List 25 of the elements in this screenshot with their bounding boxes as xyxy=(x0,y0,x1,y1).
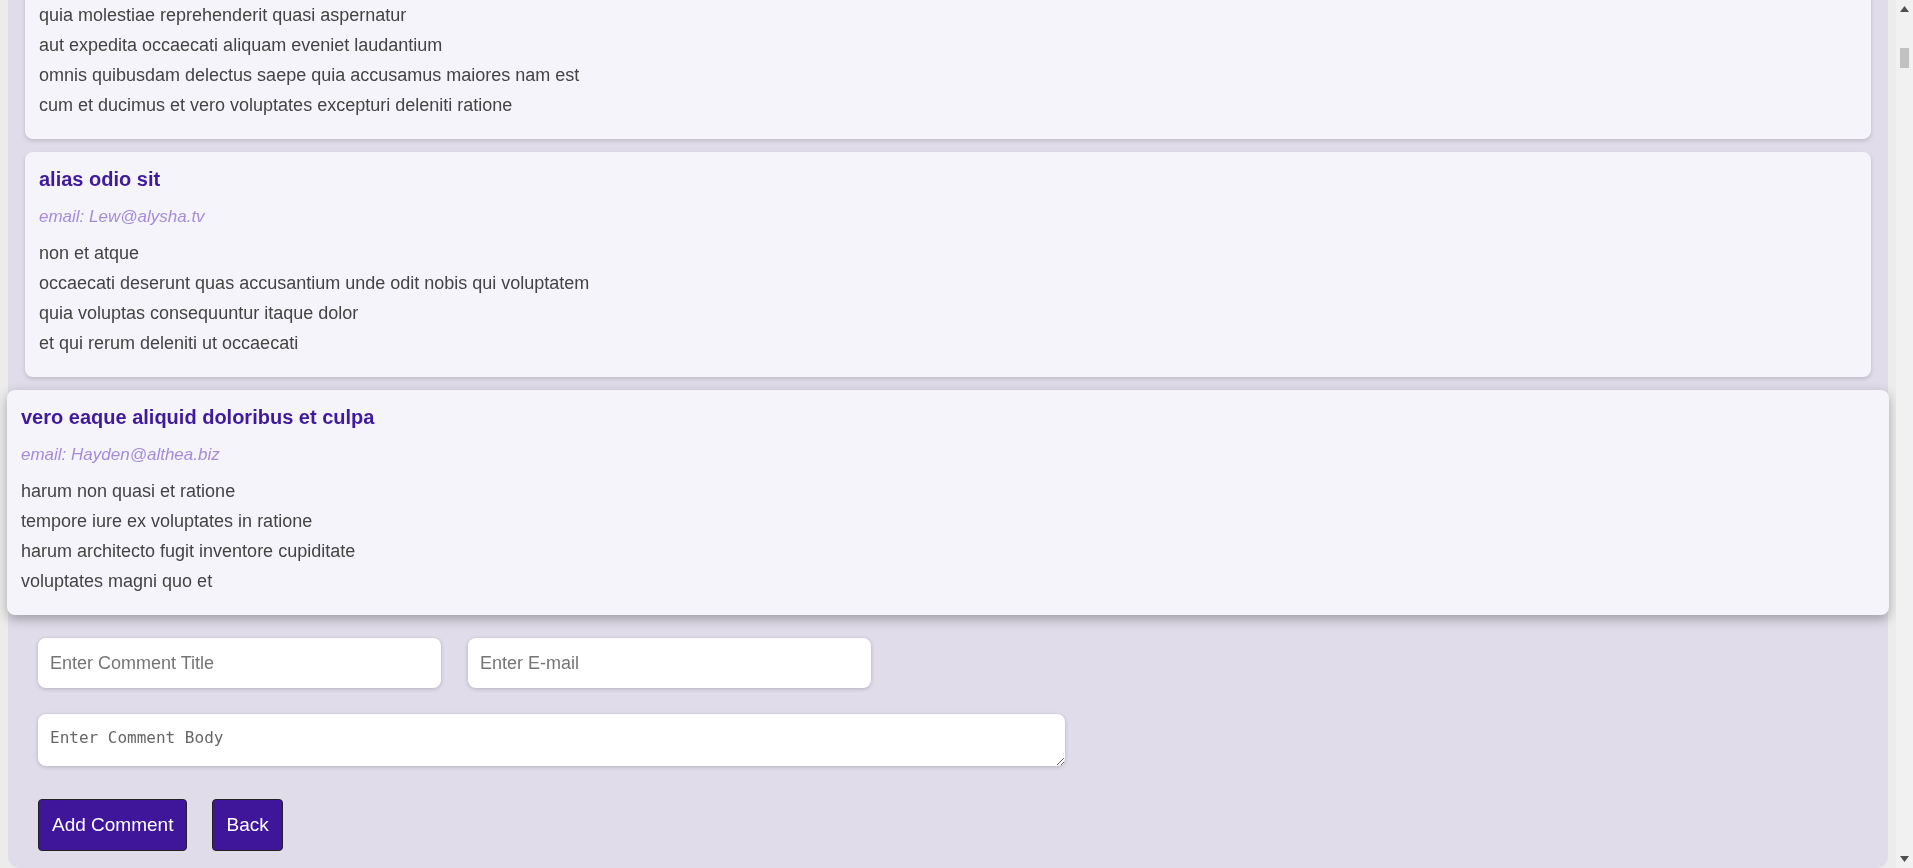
comment-title: alias odio sit xyxy=(39,167,162,192)
comment-body-line: occaecati deserunt quas accusantium unde odit nobis qui voluptatem xyxy=(39,272,591,295)
comment-body-field[interactable]: Enter Comment Body xyxy=(38,714,1065,766)
comment-body-line: aut expedita occaecati aliquam eveniet laudantium xyxy=(39,34,444,57)
add-comment-button[interactable]: Add Comment xyxy=(38,799,188,851)
scrollbar[interactable] xyxy=(1896,0,1913,868)
comment-body-line: voluptates magni quo et xyxy=(21,570,214,593)
email-field[interactable]: Enter E-mail xyxy=(468,638,871,688)
comment-body-line: quia molestiae reprehenderit quasi aspernatur xyxy=(39,4,408,27)
scrollbar-thumb[interactable] xyxy=(1900,48,1909,68)
comment-body-line: et qui rerum deleniti ut occaecati xyxy=(39,332,300,355)
comment-body-line: cum et ducimus et vero voluptates excepturi deleniti ratione xyxy=(39,94,514,117)
comment-body-line: quia voluptas consequuntur itaque dolor xyxy=(39,302,360,325)
comment-body-line: tempore iure ex voluptates in ratione xyxy=(21,510,314,533)
comment-email: email: Hayden@althea.biz xyxy=(21,444,221,466)
comment-title-field[interactable]: Enter Comment Title xyxy=(38,638,441,688)
comment-body-line: harum non quasi et ratione xyxy=(21,480,237,503)
back-button[interactable]: Back xyxy=(212,799,283,851)
comment-body-line: non et atque xyxy=(39,242,141,265)
comment-title: vero eaque aliquid doloribus et culpa xyxy=(21,405,376,430)
comment-body-line: harum architecto fugit inventore cupiditate xyxy=(21,540,357,563)
comment-body-line: omnis quibusdam delectus saepe quia accusamus maiores nam est xyxy=(39,64,581,87)
scroll-up-icon xyxy=(1900,6,1909,12)
comment-email: email: Lew@alysha.tv xyxy=(39,206,206,228)
scroll-down-icon xyxy=(1900,856,1909,862)
